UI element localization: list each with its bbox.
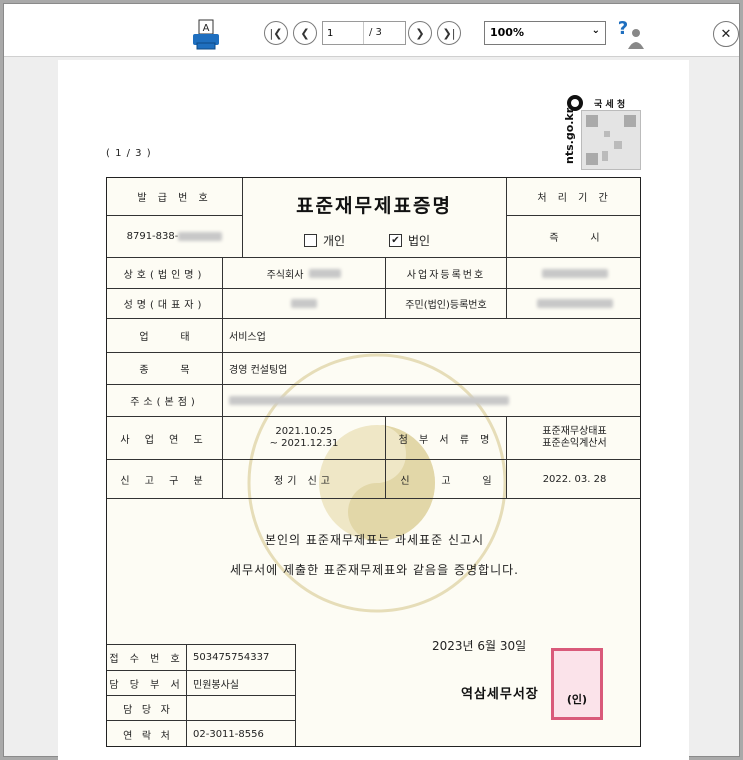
company-field: 주식회사 <box>223 258 385 288</box>
fiscal-year-field: 2021.10.25 ~ 2021.12.31 <box>223 417 385 459</box>
business-type-label: 업 태 <box>139 332 190 343</box>
receipt-no-value: 503475754337 <box>193 652 270 663</box>
officer-value <box>187 696 302 720</box>
checkbox-individual-label: 개인 <box>323 234 346 248</box>
company-value: 주식회사 <box>266 269 304 281</box>
check-mark-icon: ✔ <box>389 234 402 247</box>
contact-info-box: 접 수 번 호 503475754337 담 당 부 서 민원봉사실 담 당 자… <box>107 644 296 746</box>
checkbox-corporate-label: 법인 <box>408 234 431 248</box>
document-page: ( 1 / 3 ) 국 세 청 nts.go.kr 발 급 번 호 8791-8… <box>58 60 689 760</box>
page-number-box: / 3 <box>322 21 406 45</box>
redacted-text <box>309 268 342 278</box>
redacted-text <box>229 396 509 405</box>
checkbox-corporate: ✔ 법인 <box>389 232 430 249</box>
attachment-1: 표준재무상태표 <box>542 426 607 437</box>
fiscal-end: ~ 2021.12.31 <box>269 438 339 449</box>
bizno-field <box>507 258 640 288</box>
certificate-form: 발 급 번 호 8791-838- 표준재무제표증명 개인 ✔ 법인 처 리 기 … <box>106 177 641 747</box>
official-seal: (인) <box>551 648 603 720</box>
agency-url: nts.go.kr <box>563 107 576 164</box>
document-title: 표준재무제표증명 <box>296 194 452 217</box>
contact-value: 02-3011-8556 <box>193 728 264 740</box>
company-label: 상호(법인명) <box>123 269 206 281</box>
printer-icon[interactable]: A <box>190 19 222 51</box>
last-page-icon: ❯| <box>442 26 456 40</box>
business-type-value: 서비스업 <box>229 332 266 343</box>
prev-page-button[interactable]: ❮ <box>293 21 317 45</box>
representative-label: 성명(대표자) <box>123 300 206 311</box>
representative-field <box>223 289 385 318</box>
department-value: 민원봉사실 <box>193 679 239 691</box>
page-number-input[interactable] <box>327 25 359 41</box>
checkbox-individual: 개인 <box>304 232 345 249</box>
last-page-button[interactable]: ❯| <box>437 21 461 45</box>
first-page-button[interactable]: |❮ <box>264 21 288 45</box>
department-label: 담 당 부 서 <box>109 679 184 691</box>
business-item-value: 경영 컨설팅업 <box>229 365 288 376</box>
issue-no-label: 발 급 번 호 <box>137 193 212 204</box>
page-indicator: ( 1 / 3 ) <box>106 148 152 159</box>
page-total: / 3 <box>369 27 382 38</box>
period-label: 처 리 기 간 <box>537 193 612 204</box>
resident-no-label: 주민(법인)등록번호 <box>405 300 487 311</box>
zoom-select[interactable]: 100% ⌄ <box>484 21 606 45</box>
attachment-field: 표준재무상태표 표준손익계산서 <box>507 417 640 459</box>
statement-line-2: 세무서에 제출한 표준재무제표와 같음을 증명합니다. <box>230 563 519 577</box>
address-field <box>223 385 640 416</box>
close-button[interactable]: ✕ <box>713 21 739 47</box>
close-icon: ✕ <box>720 26 732 42</box>
report-type-label: 신 고 구 분 <box>120 475 209 487</box>
period-value: 즉 시 <box>549 233 600 244</box>
report-date-value: 2022. 03. 28 <box>542 473 607 485</box>
next-page-icon: ❯ <box>415 26 425 40</box>
redacted-text <box>178 232 223 241</box>
page-box-divider <box>363 22 364 44</box>
issue-date: 2023년 6월 30일 <box>432 639 527 653</box>
officer-label: 담 당 자 <box>123 704 170 716</box>
redacted-text <box>291 299 317 308</box>
viewer-toolbar: A |❮ ❮ / 3 ❯ ❯| 100% ⌄ ? ✕ <box>4 4 739 57</box>
zoom-value: 100% <box>490 26 524 39</box>
resident-no-field <box>507 289 640 318</box>
next-page-button[interactable]: ❯ <box>408 21 432 45</box>
bizno-label: 사업자등록번호 <box>406 269 486 281</box>
redacted-text <box>536 299 613 308</box>
viewer-window: A |❮ ❮ / 3 ❯ ❯| 100% ⌄ ? ✕ ( 1 / 3 ) <box>3 3 740 760</box>
help-icon[interactable]: ? <box>614 17 646 51</box>
issue-no-field: 8791-838- <box>107 216 242 257</box>
prev-page-icon: ❮ <box>300 26 310 40</box>
report-type-value: 정기 신고 <box>274 475 334 487</box>
chevron-down-icon: ⌄ <box>591 25 600 36</box>
report-date-label: 신 고 일 <box>400 475 492 487</box>
receipt-no-label: 접 수 번 호 <box>109 654 184 665</box>
checkbox-box <box>304 234 317 247</box>
contact-label: 연 락 처 <box>123 730 170 742</box>
seal-label: (인) <box>566 691 588 707</box>
agency-name: 국 세 청 <box>594 100 626 110</box>
issue-no-value: 8791-838- <box>126 231 179 242</box>
svg-text:A: A <box>203 23 210 34</box>
redacted-text <box>541 268 608 278</box>
fiscal-start: 2021.10.25 <box>275 426 333 437</box>
first-page-icon: |❮ <box>269 26 283 40</box>
statement-line-1: 본인의 표준재무제표는 과세표준 신고시 <box>264 533 485 547</box>
attachment-label: 첨 부 서 류 명 <box>398 434 494 446</box>
address-label: 주소(본점) <box>130 397 199 408</box>
attachment-2: 표준손익계산서 <box>542 438 607 449</box>
business-item-label: 종 목 <box>139 365 190 376</box>
tax-office-name: 역삼세무서장 <box>461 687 539 702</box>
fiscal-year-label: 사 업 연 도 <box>120 434 209 446</box>
qr-code <box>581 110 641 170</box>
svg-text:?: ? <box>618 18 628 39</box>
